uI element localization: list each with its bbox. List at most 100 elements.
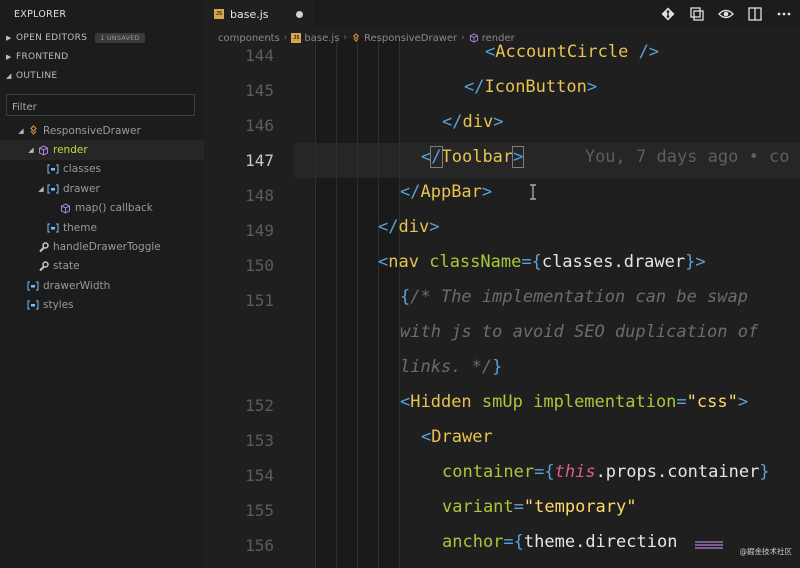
js-file-icon: JS [291, 33, 302, 43]
tree-item-label: map() callback [75, 202, 153, 215]
tree-item-classes[interactable]: classes [0, 160, 204, 179]
tree-item-label: drawerWidth [43, 279, 111, 292]
chevron-right-icon: › [343, 33, 348, 43]
chevron-right-icon: › [461, 33, 465, 43]
tree-item-label: classes [63, 163, 101, 176]
variable-icon [47, 183, 59, 195]
chevron-down-icon: ◢ [28, 146, 34, 155]
editor-tab-bar: JS base.js [204, 0, 800, 28]
indent-guide [315, 38, 316, 568]
code-line-151: {/* The implementation can be swap [400, 287, 749, 307]
tree-item-handledrawertoggle[interactable]: handleDrawerToggle [0, 237, 204, 256]
method-cube-icon [37, 144, 49, 156]
line-number: 145 [245, 81, 274, 100]
unsaved-dot-icon[interactable] [295, 10, 303, 18]
line-number: 155 [245, 501, 274, 520]
component-icon [27, 125, 39, 137]
code-editor[interactable]: 144 145 146 147 148 149 150 151 152 153 … [204, 38, 800, 568]
tree-item-drawer[interactable]: ◢ drawer [0, 179, 204, 198]
code-line-156: anchor={theme.direction [442, 532, 678, 552]
split-editor-icon[interactable] [746, 4, 763, 24]
tab-base-js[interactable]: JS base.js [204, 0, 314, 28]
method-cube-icon [59, 202, 71, 214]
outline-section[interactable]: ◢ OUTLINE [0, 66, 204, 85]
git-compare-icon[interactable] [659, 4, 676, 24]
tree-item-render[interactable]: ◢ render [0, 140, 204, 160]
text-cursor-icon [530, 184, 536, 200]
open-editors-section[interactable]: ▶ OPEN EDITORS 1 UNSAVED [0, 28, 204, 47]
breadcrumb: components › JS base.js › ResponsiveDraw… [204, 28, 800, 48]
chevron-right-icon: ▶ [6, 52, 12, 61]
tree-item-responsivedrawer[interactable]: ◢ ResponsiveDrawer [0, 121, 204, 140]
code-line-155: variant="temporary" [442, 497, 637, 517]
code-line-149: </div> [378, 217, 440, 237]
tree-item-label: ResponsiveDrawer [43, 124, 141, 137]
outline-filter[interactable] [6, 94, 195, 118]
chevron-right-icon: › [283, 33, 288, 43]
open-changes-icon[interactable] [688, 4, 705, 24]
tree-item-drawerwidth[interactable]: drawerWidth [0, 276, 204, 295]
wrench-icon [37, 260, 49, 272]
variable-icon [27, 299, 39, 311]
line-number: 153 [245, 431, 274, 450]
tree-item-theme[interactable]: theme [0, 218, 204, 237]
chevron-down-icon: ◢ [18, 126, 24, 135]
indent-guide [336, 38, 337, 568]
code-line-145: </IconButton> [464, 77, 598, 97]
line-number: 150 [245, 256, 274, 275]
outline-tree: ◢ ResponsiveDrawer ◢ render classes ◢ dr… [0, 121, 204, 315]
line-number: 151 [245, 291, 274, 310]
breadcrumb-folder[interactable]: components [218, 33, 280, 44]
breadcrumb-component[interactable]: ResponsiveDrawer [364, 33, 457, 44]
line-number: 156 [245, 536, 274, 555]
line-number: 154 [245, 466, 274, 485]
line-number: 146 [245, 116, 274, 135]
code-line-153: <Drawer [421, 427, 493, 447]
js-file-icon: JS [214, 9, 224, 19]
code-line-148: </AppBar> [400, 182, 493, 202]
code-line-154: container={this.props.container} [442, 462, 770, 482]
sidebar-title: EXPLORER [14, 8, 67, 20]
tree-item-label: state [53, 260, 80, 273]
tree-item-label: styles [43, 299, 74, 312]
code-line-146: </div> [442, 112, 504, 132]
chevron-down-icon: ◢ [6, 71, 12, 80]
code-line-150: <nav className={classes.drawer}> [378, 252, 706, 272]
tree-item-label: theme [63, 221, 97, 234]
wrench-icon [37, 241, 49, 253]
line-number-active: 147 [245, 151, 274, 170]
line-number: 148 [245, 186, 274, 205]
filter-input[interactable] [7, 97, 194, 118]
tree-item-label: handleDrawerToggle [53, 241, 161, 254]
toggle-blame-icon[interactable] [717, 4, 734, 24]
tree-item-styles[interactable]: styles [0, 296, 204, 315]
watermark: @掘金技术社区 [739, 547, 793, 556]
line-number: 152 [245, 396, 274, 415]
indent-guide [357, 38, 358, 568]
variable-icon [47, 163, 59, 175]
line-number: 149 [245, 221, 274, 240]
more-actions-icon[interactable] [775, 4, 792, 24]
tree-item-label: drawer [63, 182, 100, 195]
code-line-151-wrap-1: with js to avoid SEO duplication of [400, 322, 759, 342]
breadcrumb-method[interactable]: render [482, 33, 515, 44]
tree-item-state[interactable]: state [0, 257, 204, 276]
line-number-gutter: 144 145 146 147 148 149 150 151 152 153 … [204, 38, 274, 563]
tree-item-map-callback[interactable]: map() callback [0, 199, 204, 218]
line-number-wrap [204, 318, 274, 353]
git-blame-annotation: You, 7 days ago • co [584, 147, 790, 167]
code-line-151-wrap-2: links. */} [400, 357, 503, 377]
chevron-down-icon: ◢ [38, 184, 44, 193]
explorer-sidebar: EXPLORER ▶ OPEN EDITORS 1 UNSAVED ▶ FRON… [0, 0, 204, 568]
code-line-152: <Hidden smUp implementation="css"> [400, 392, 749, 412]
frontend-label: FRONTEND [16, 51, 69, 62]
variable-icon [27, 280, 39, 292]
open-editors-label: OPEN EDITORS [16, 32, 88, 43]
chevron-right-icon: ▶ [6, 33, 12, 42]
component-icon [351, 33, 361, 43]
frontend-section[interactable]: ▶ FRONTEND [0, 47, 204, 66]
editor-actions [659, 4, 792, 24]
tab-filename: base.js [230, 7, 269, 21]
variable-icon [47, 222, 59, 234]
breadcrumb-file[interactable]: base.js [304, 33, 339, 44]
